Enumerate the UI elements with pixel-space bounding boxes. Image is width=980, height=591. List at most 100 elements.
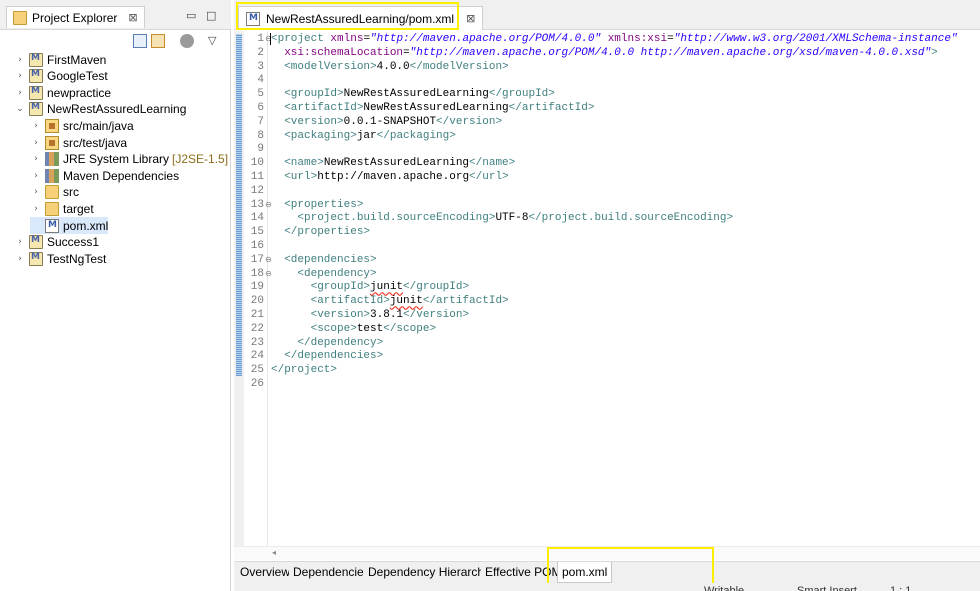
expanded-chevron-icon[interactable]: ⌄ bbox=[14, 104, 26, 114]
code-token: <name> bbox=[271, 157, 324, 170]
code-token: <groupId> bbox=[271, 88, 344, 101]
code-token: 4.0.0 bbox=[376, 60, 410, 73]
code-token: NewRestAssuredLearning bbox=[343, 88, 489, 101]
code-token: <project.build.sourceEncoding> bbox=[271, 212, 496, 225]
project-explorer-panel: Project Explorer ⊠ ▭ □ ▽ › FirstMaven › Goo… bbox=[0, 0, 231, 591]
tree-item-label: src/main/java bbox=[63, 118, 134, 133]
line-number: 16 bbox=[250, 240, 264, 252]
project-explorer-title: Project Explorer bbox=[32, 10, 118, 25]
collapsed-chevron-icon[interactable]: › bbox=[14, 71, 26, 81]
collapsed-chevron-icon[interactable]: › bbox=[14, 254, 26, 264]
collapsed-chevron-icon[interactable]: › bbox=[30, 204, 42, 214]
tree-item[interactable]: pom.xml bbox=[30, 217, 109, 234]
code-token: http://maven.apache.org bbox=[317, 171, 470, 183]
tab-overview[interactable]: Overview bbox=[236, 562, 296, 583]
tree-item-label: src/test/java bbox=[63, 135, 128, 150]
maven-project-icon bbox=[29, 52, 43, 67]
library-icon bbox=[45, 152, 59, 167]
code-token: <groupId> bbox=[271, 281, 371, 294]
code-line: </dependencies> bbox=[271, 350, 383, 364]
code-token: NewRestAssuredLearning bbox=[363, 102, 509, 114]
code-token: </version> bbox=[403, 309, 470, 321]
code-line: <groupId>NewRestAssuredLearning</groupId… bbox=[271, 88, 555, 102]
code-line: <artifactId>junit</artifactId> bbox=[271, 295, 509, 309]
line-number: 9 bbox=[257, 143, 264, 156]
tree-item[interactable]: ⌄ NewRestAssuredLearning bbox=[14, 101, 186, 118]
code-token: "http://www.w3.org/2001/XMLSchema-instan… bbox=[673, 33, 958, 45]
collapsed-chevron-icon[interactable]: › bbox=[14, 55, 26, 65]
code-token: </project> bbox=[271, 364, 338, 377]
filter-icon[interactable] bbox=[180, 34, 194, 48]
code-line: <modelVersion>4.0.0</modelVersion> bbox=[271, 60, 508, 75]
link-with-editor-icon[interactable] bbox=[151, 34, 165, 48]
code-token: </groupId> bbox=[403, 281, 470, 294]
collapsed-chevron-icon[interactable]: › bbox=[30, 121, 42, 131]
code-token: xsi:schemaLocation bbox=[271, 46, 404, 59]
tree-item-label: GoogleTest bbox=[47, 69, 108, 84]
tree-item[interactable]: › src/test/java bbox=[30, 134, 127, 151]
code-token: "http://maven.apache.org/POM/4.0.0" bbox=[370, 33, 602, 45]
code-token: <packaging> bbox=[271, 129, 357, 142]
tree-item[interactable]: › Success1 bbox=[14, 234, 99, 251]
line-number: 3 bbox=[257, 60, 264, 73]
tab-dependency-hierarchy[interactable]: Dependency Hierarchy bbox=[364, 562, 496, 583]
tree-item[interactable]: › GoogleTest bbox=[14, 68, 108, 85]
maximize-icon[interactable]: □ bbox=[206, 9, 216, 22]
tree-item[interactable]: › Maven Dependencies bbox=[30, 167, 179, 184]
code-line: <name>NewRestAssuredLearning</name> bbox=[271, 157, 515, 171]
code-line: <version>0.0.1-SNAPSHOT</version> bbox=[271, 116, 502, 130]
code-line: <artifactId>NewRestAssuredLearning</arti… bbox=[271, 102, 594, 116]
line-number: 6 bbox=[257, 102, 264, 114]
code-line: <packaging>jar</packaging> bbox=[271, 130, 456, 144]
code-token: NewRestAssuredLearning bbox=[323, 157, 470, 170]
line-number: 24 bbox=[250, 350, 264, 363]
tree-item[interactable]: › JRE System Library [J2SE-1.5] bbox=[30, 151, 228, 168]
tree-item[interactable]: › src bbox=[30, 184, 79, 201]
maven-project-icon bbox=[29, 85, 43, 100]
close-icon[interactable]: ⊠ bbox=[128, 11, 137, 24]
collapsed-chevron-icon[interactable]: › bbox=[30, 138, 42, 148]
tab-dependencies[interactable]: Dependencies bbox=[289, 562, 375, 583]
collapsed-chevron-icon[interactable]: › bbox=[30, 154, 42, 164]
status-cursor-position: 1 : 1 bbox=[890, 585, 912, 591]
code-token: xmlns:xsi bbox=[601, 33, 668, 45]
tree-item-label: target bbox=[63, 201, 94, 216]
view-menu-icon[interactable]: ▽ bbox=[208, 34, 216, 47]
xml-source-editor[interactable]: 1 ⊖ 2 3 4 5 6 7 8 9 10 11 12 13 ⊖ 14 15 16 17 ⊖ 18 ⊖ 19 20 21 22 2… bbox=[234, 31, 980, 546]
tree-item[interactable]: › newpractice bbox=[14, 84, 111, 101]
folder-icon bbox=[45, 185, 59, 200]
code-line: </project> bbox=[271, 364, 337, 378]
code-token: </artifactId> bbox=[508, 102, 595, 114]
code-line: <scope>test</scope> bbox=[271, 323, 436, 337]
line-number: 17 bbox=[250, 253, 264, 266]
line-number: 4 bbox=[257, 74, 264, 87]
collapsed-chevron-icon[interactable]: › bbox=[14, 237, 26, 247]
close-icon[interactable]: ⊠ bbox=[466, 12, 475, 25]
code-token: > bbox=[931, 46, 938, 59]
code-token: <properties> bbox=[271, 198, 364, 211]
collapsed-chevron-icon[interactable]: › bbox=[30, 187, 42, 197]
code-token: <artifactId> bbox=[271, 102, 364, 114]
scroll-left-icon[interactable]: ◂ bbox=[272, 548, 276, 557]
project-explorer-tab[interactable]: Project Explorer ⊠ bbox=[6, 6, 145, 28]
line-number-gutter: 1 ⊖ 2 3 4 5 6 7 8 9 10 11 12 13 ⊖ 14 15 16 17 ⊖ 18 ⊖ 19 20 21 22 2… bbox=[244, 31, 272, 546]
xml-file-icon bbox=[45, 218, 59, 233]
code-line: <dependencies> bbox=[271, 254, 376, 268]
tree-item-label: Success1 bbox=[47, 235, 100, 250]
tree-item[interactable]: › target bbox=[30, 200, 94, 217]
line-number: 23 bbox=[250, 336, 264, 349]
minimize-icon[interactable]: ▭ bbox=[186, 9, 196, 22]
line-number: 15 bbox=[250, 226, 264, 239]
collapsed-chevron-icon[interactable]: › bbox=[30, 171, 42, 181]
tree-item[interactable]: › src/main/java bbox=[30, 117, 134, 134]
collapse-all-icon[interactable] bbox=[133, 34, 147, 48]
tab-highlight-box bbox=[236, 2, 459, 30]
tree-item[interactable]: › TestNgTest bbox=[14, 250, 106, 267]
library-icon bbox=[45, 168, 59, 183]
code-line: <dependency> bbox=[271, 268, 376, 282]
tree-item[interactable]: › FirstMaven bbox=[14, 51, 106, 68]
collapsed-chevron-icon[interactable]: › bbox=[14, 88, 26, 98]
line-number: 20 bbox=[250, 295, 264, 308]
code-token: < bbox=[270, 33, 278, 45]
tree-item-label: Maven Dependencies bbox=[63, 168, 180, 183]
